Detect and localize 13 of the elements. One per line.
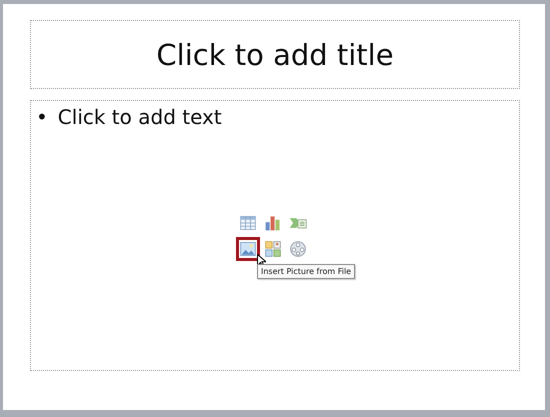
table-icon [239,214,257,232]
bullet: • [36,105,48,129]
content-placeholder[interactable]: • Click to add text Insert Picture from File [30,100,520,371]
title-placeholder[interactable]: Click to add title [30,20,520,89]
bar-chart-icon [264,214,282,232]
clip-art-icon [264,240,282,258]
cursor-icon [257,254,266,267]
picture-icon [239,240,257,258]
film-reel-icon [289,240,307,258]
tooltip: Insert Picture from File [257,264,356,279]
insert-picture-button[interactable] [236,237,260,261]
title-prompt: Click to add title [156,38,394,72]
body-prompt: Click to add text [58,105,222,129]
